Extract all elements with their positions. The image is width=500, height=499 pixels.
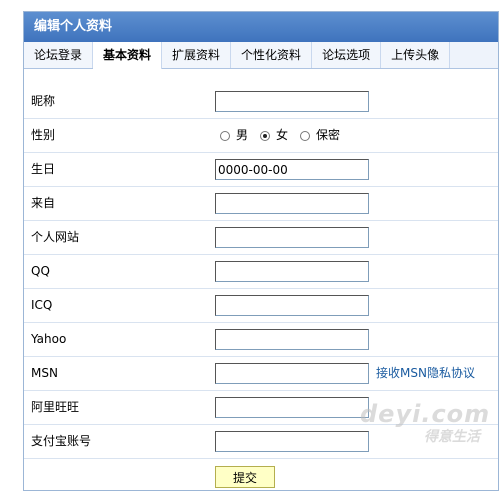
aliwangwang-input[interactable]: [215, 397, 369, 418]
form-row-icq: ICQ: [24, 289, 498, 323]
msn-privacy-link[interactable]: 接收MSN隐私协议: [376, 357, 475, 390]
birthday-label: 生日: [31, 162, 56, 176]
submit-button[interactable]: 提交: [215, 466, 275, 488]
tab-extended-info[interactable]: 扩展资料: [162, 42, 232, 68]
tab-upload-avatar[interactable]: 上传头像: [381, 42, 451, 68]
tab-forum-options[interactable]: 论坛选项: [312, 42, 382, 68]
radio-unchecked-icon[interactable]: [300, 130, 311, 141]
profile-form: 昵称 性别 男 女 保密 生日 0000-00-00 来自 个人网站 QQ IC…: [24, 85, 498, 499]
edit-profile-panel: 编辑个人资料 论坛登录 基本资料 扩展资料 个性化资料 论坛选项 上传头像 昵称…: [23, 11, 499, 491]
gender-option-female[interactable]: 女: [260, 119, 288, 152]
form-row-alipay: 支付宝账号: [24, 425, 498, 459]
alipay-input[interactable]: [215, 431, 369, 452]
tab-basic-info[interactable]: 基本资料: [93, 42, 163, 69]
form-row-gender: 性别 男 女 保密: [24, 119, 498, 153]
form-row-aliwangwang: 阿里旺旺: [24, 391, 498, 425]
msn-label: MSN: [31, 366, 58, 380]
gender-label: 性别: [31, 128, 56, 142]
tab-personalization[interactable]: 个性化资料: [231, 42, 313, 68]
form-row-msn: MSN 接收MSN隐私协议: [24, 357, 498, 391]
website-label: 个人网站: [31, 230, 80, 244]
gender-option-label: 男: [236, 128, 249, 142]
alipay-label: 支付宝账号: [31, 434, 92, 448]
form-row-website: 个人网站: [24, 221, 498, 255]
radio-checked-icon[interactable]: [260, 130, 271, 141]
panel-title: 编辑个人资料: [24, 12, 498, 42]
form-row-submit: 提交: [24, 459, 498, 499]
from-label: 来自: [31, 196, 56, 210]
nickname-input[interactable]: [215, 91, 369, 112]
radio-unchecked-icon[interactable]: [220, 130, 230, 141]
from-input[interactable]: [215, 193, 369, 214]
form-row-birthday: 生日: [24, 153, 498, 187]
aliwangwang-label: 阿里旺旺: [31, 400, 80, 414]
qq-label: QQ: [31, 264, 50, 278]
nickname-label: 昵称: [31, 94, 56, 108]
birthday-input[interactable]: [215, 159, 369, 180]
profile-tabs: 论坛登录 基本资料 扩展资料 个性化资料 论坛选项 上传头像: [24, 42, 498, 69]
icq-label: ICQ: [31, 298, 53, 312]
yahoo-label: Yahoo: [31, 332, 67, 346]
yahoo-input[interactable]: [215, 329, 369, 350]
form-row-yahoo: Yahoo: [24, 323, 498, 357]
gender-option-label: 保密: [316, 128, 341, 142]
msn-input[interactable]: [215, 363, 369, 384]
gender-option-male[interactable]: 男: [220, 119, 248, 152]
gender-option-label: 女: [276, 128, 289, 142]
form-row-qq: QQ: [24, 255, 498, 289]
website-input[interactable]: [215, 227, 369, 248]
tab-forum-login[interactable]: 论坛登录: [24, 42, 94, 68]
gender-option-secret[interactable]: 保密: [300, 119, 340, 152]
gender-radio-group: 男 女 保密: [220, 119, 340, 152]
form-row-nickname: 昵称: [24, 85, 498, 119]
icq-input[interactable]: [215, 295, 369, 316]
qq-input[interactable]: [215, 261, 369, 282]
form-row-from: 来自: [24, 187, 498, 221]
